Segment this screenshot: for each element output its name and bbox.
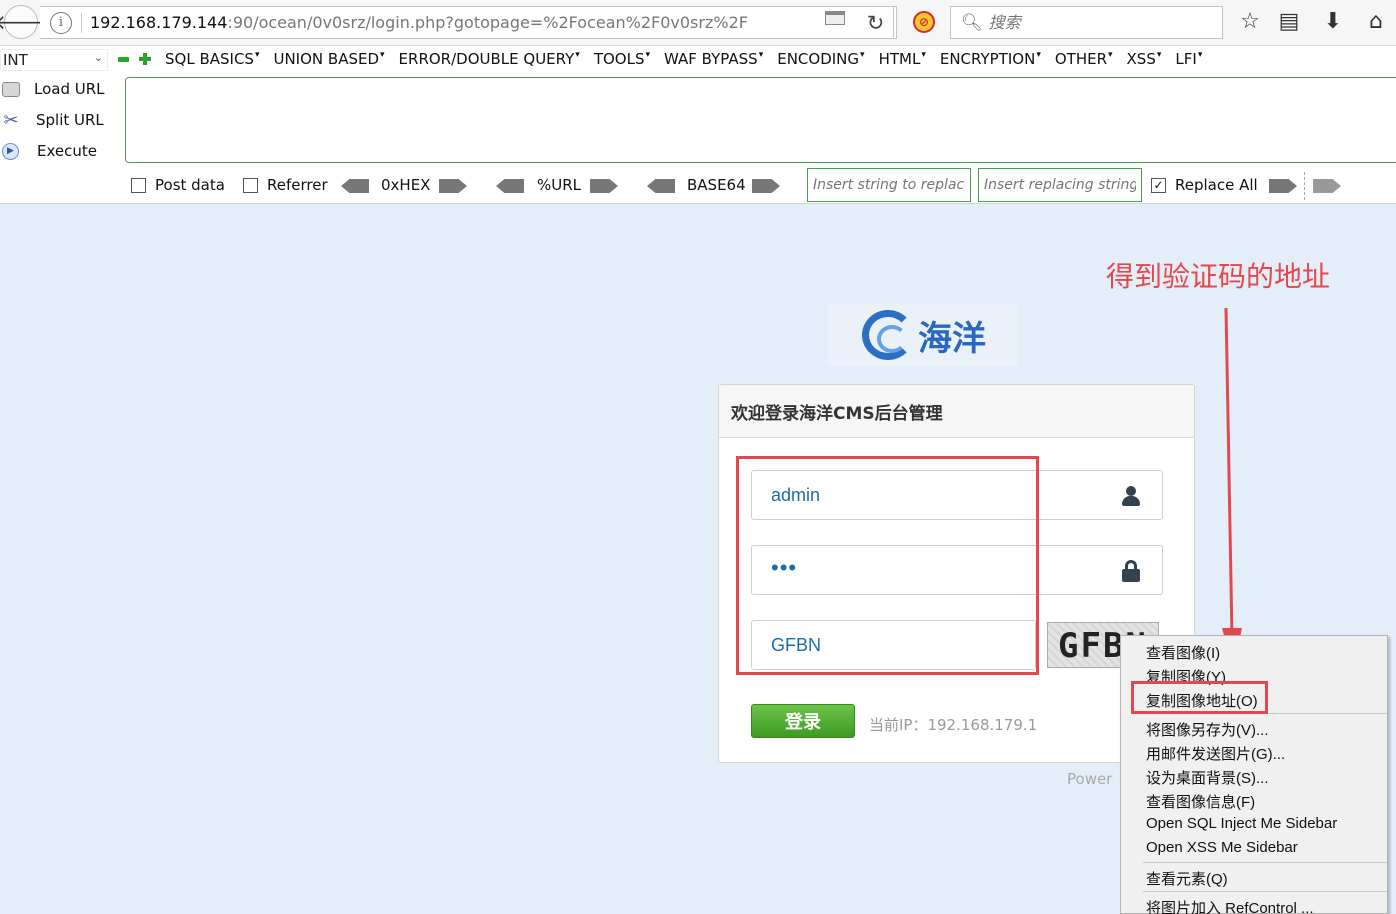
scissors-icon: ✂ [3,109,19,131]
replace-next-arrow-icon[interactable] [1313,179,1341,193]
load-url-icon [2,81,20,97]
reload-icon: ↻ [866,10,885,35]
base64-decode-arrow-icon[interactable] [647,179,675,193]
ctx-sql-inject-me[interactable]: Open SQL Inject Me Sidebar [1146,815,1337,832]
url-host: 192.168.179.144 [90,13,228,32]
ctx-inspect-element[interactable]: 查看元素(Q) [1146,868,1228,889]
post-data-box[interactable] [131,177,146,193]
powered-by-text: Power [1067,770,1113,788]
menu-sql-basics[interactable]: SQL BASICS [165,50,259,68]
menu-union-based[interactable]: UNION BASED [273,50,384,68]
annotation-arrow [1222,308,1242,670]
url-bar[interactable]: i 192.168.179.144:90/ocean/0v0srz/login.… [40,6,897,39]
hackbar-menu: INT ⌄ SQL BASICS UNION BASED ERROR/DOUBL… [0,46,1396,74]
hackbar-body: Load URL ✂ Split URL ▶ Execute Post data… [0,74,1396,204]
url-decode-arrow-icon[interactable] [496,179,524,193]
annotation-box-form [736,456,1039,675]
hackbar-menu-items: SQL BASICS UNION BASED ERROR/DOUBLE QUER… [165,50,1216,68]
referrer-checkbox[interactable]: Referrer [243,176,328,194]
hex-encode-arrow-icon[interactable] [439,179,467,193]
insert-replacing-input[interactable] [978,168,1142,202]
url-separator [81,12,82,33]
load-url-button[interactable]: Load URL [0,76,105,102]
execute-label: Execute [37,142,97,160]
search-icon: 🔍︎ [961,12,983,33]
current-ip-label: 当前IP：192.168.179.1 [869,716,1038,734]
url-encode-arrow-icon[interactable] [590,179,618,193]
post-data-label: Post data [155,176,225,194]
search-input[interactable] [988,13,1209,32]
browser-navbar: 🡐 i 192.168.179.144:90/ocean/0v0srz/logi… [0,0,1396,46]
replace-all-checkbox[interactable]: ✓ Replace All [1151,176,1258,194]
ctx-refcontrol[interactable]: 将图片加入 RefControl ... [1146,897,1314,914]
menu-other[interactable]: OTHER [1055,50,1113,68]
hackbar-separator [1304,172,1305,200]
ctx-xss-me[interactable]: Open XSS Me Sidebar [1146,839,1298,856]
base64-label: BASE64 [687,176,746,194]
referrer-box[interactable] [243,177,258,193]
annotation-text: 得到验证码的地址 [1106,260,1331,293]
ctx-save-image-as[interactable]: 将图像另存为(V)... [1146,719,1269,740]
wave-logo-icon [862,310,914,360]
menu-encoding[interactable]: ENCODING [777,50,864,68]
ctx-set-desktop-background[interactable]: 设为桌面背景(S)... [1146,767,1269,788]
lock-icon [1120,559,1142,583]
star-icon[interactable]: ☆ [1236,9,1264,34]
url-label: %URL [537,176,582,194]
chevron-down-icon: ⌄ [93,51,103,64]
hex-decode-arrow-icon[interactable] [341,179,369,193]
download-icon[interactable]: ⬇ [1319,9,1347,34]
search-bar[interactable]: 🔍︎ [950,6,1223,39]
ctx-view-image-info[interactable]: 查看图像信息(F) [1146,791,1255,812]
login-title: 欢迎登录海洋CMS后台管理 [719,385,1194,438]
menu-tools[interactable]: TOOLS [594,50,650,68]
back-button[interactable]: 🡐 [0,5,48,39]
hex-label: 0xHEX [381,176,431,194]
menu-html[interactable]: HTML [879,50,926,68]
url-text[interactable]: 192.168.179.144:90/ocean/0v0srz/login.ph… [90,13,748,32]
context-menu: 查看图像(I) 复制图像(Y) 复制图像地址(O) 将图像另存为(V)... 用… [1120,635,1388,914]
split-url-button[interactable]: ✂ Split URL [0,107,104,133]
play-icon: ▶ [2,142,19,160]
block-icon[interactable]: ⊘ [913,11,935,33]
annotation-box-menu [1131,681,1268,714]
type-select[interactable]: INT ⌄ [0,49,108,71]
base64-encode-arrow-icon[interactable] [752,179,780,193]
replace-all-label: Replace All [1175,176,1258,194]
hackbar-url-textarea[interactable] [125,77,1396,163]
url-path: :90/ocean/0v0srz/login.php?gotopage=%2Fo… [227,13,748,32]
plus-icon[interactable] [138,52,152,66]
ctx-separator [1143,862,1387,863]
info-icon[interactable]: i [50,11,72,34]
ctx-email-image[interactable]: 用邮件发送图片(G)... [1146,743,1285,764]
replace-arrow-icon[interactable] [1269,179,1297,193]
replace-all-box[interactable]: ✓ [1151,177,1166,193]
menu-xss[interactable]: XSS [1127,50,1162,68]
split-url-label: Split URL [36,111,104,129]
menu-waf-bypass[interactable]: WAF BYPASS [664,50,763,68]
menu-encryption[interactable]: ENCRYPTION [940,50,1041,68]
site-logo: 海洋 [828,304,1018,366]
minus-icon[interactable] [118,57,129,62]
user-icon [1120,484,1142,508]
reload-button[interactable]: ↻ [858,6,894,39]
menu-error-double-query[interactable]: ERROR/DOUBLE QUERY [399,50,580,68]
login-button[interactable]: 登录 [751,704,855,738]
referrer-label: Referrer [267,176,328,194]
home-icon[interactable]: ⌂ [1362,9,1390,34]
logo-text: 海洋 [918,318,986,359]
post-data-checkbox[interactable]: Post data [131,176,225,194]
type-select-value: INT [3,51,28,69]
insert-string-input[interactable] [807,168,971,202]
ctx-view-image[interactable]: 查看图像(I) [1146,642,1220,663]
execute-button[interactable]: ▶ Execute [0,138,97,164]
reader-icon[interactable] [825,11,845,25]
ctx-separator [1143,891,1387,892]
load-url-label: Load URL [34,80,105,98]
menu-lfi[interactable]: LFI [1175,50,1202,68]
library-icon[interactable]: ▤ [1275,9,1303,34]
